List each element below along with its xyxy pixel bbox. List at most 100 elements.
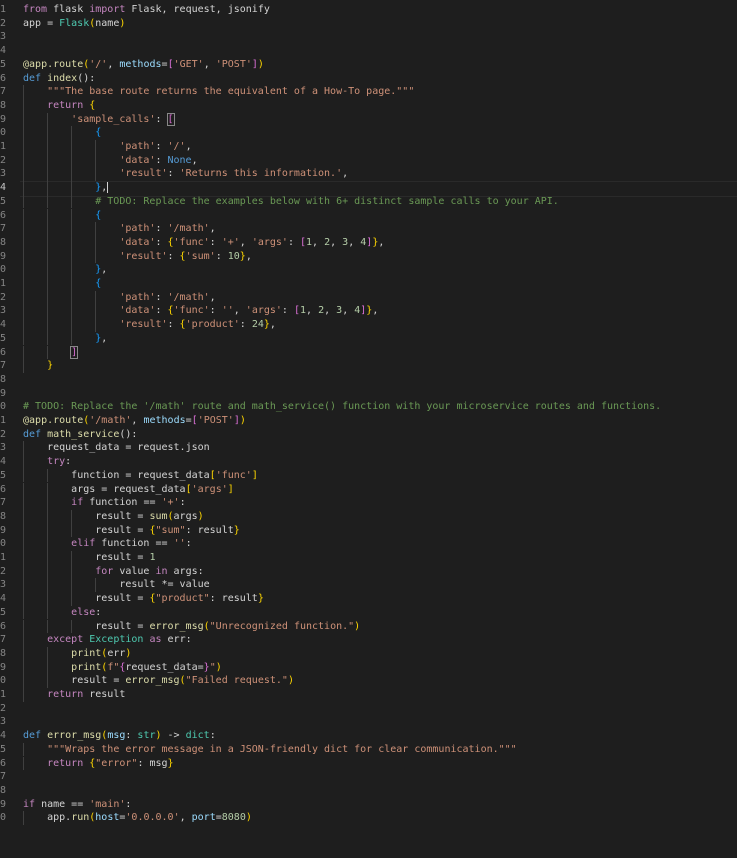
code-line[interactable]: 8: [0, 373, 737, 387]
code-line[interactable]: 3: [0, 30, 737, 44]
code-token: from: [23, 4, 48, 15]
code-line[interactable]: 0 },: [0, 263, 737, 277]
code-line[interactable]: 7: [0, 770, 737, 784]
code-line[interactable]: 1 @app.route('/math', methods=['POST']): [0, 414, 737, 428]
code-line[interactable]: 4 def error_msg(msg: str) -> dict:: [0, 729, 737, 743]
code-text: result = error_msg("Unrecognized functio…: [23, 620, 360, 634]
code-line[interactable]: 6 def index():: [0, 72, 737, 86]
code-line[interactable]: 6 result = error_msg("Unrecognized funct…: [0, 619, 737, 634]
code-line[interactable]: 1 result = 1: [0, 551, 737, 565]
code-line[interactable]: 9 if name == 'main':: [0, 798, 737, 812]
line-number: 8: [0, 99, 6, 111]
code-line[interactable]: 0 {: [0, 126, 737, 140]
line-number: 6: [0, 757, 6, 769]
code-line[interactable]: 7 }: [0, 359, 737, 373]
code-token: ): [239, 415, 246, 426]
line-number: 5: [0, 332, 6, 344]
code-line[interactable]: 5 """Wraps the error message in a JSON-f…: [0, 742, 737, 757]
code-line[interactable]: 7 """The base route returns the equivale…: [0, 85, 737, 99]
code-text: @app.route('/math', methods=['POST']): [23, 414, 246, 428]
code-token: }: [167, 757, 174, 769]
line-number: 4: [0, 45, 6, 57]
code-line[interactable]: 0 # TODO: Replace the '/math' route and m…: [0, 400, 737, 414]
code-line[interactable]: 8: [0, 784, 737, 798]
code-token: =: [41, 17, 60, 29]
code-line[interactable]: 9 print(f"{request_data=}"): [0, 660, 737, 675]
code-line[interactable]: 8 return {: [0, 98, 737, 113]
code-line[interactable]: 0 elif function == '':: [0, 537, 737, 551]
code-line[interactable]: 6 return {"error": msg}: [0, 756, 737, 771]
code-line[interactable]: 4 'result': {'product': 24},: [0, 318, 737, 332]
code-line[interactable]: 4: [0, 44, 737, 58]
code-line[interactable]: 3 'result': 'Returns this information.',: [0, 167, 737, 182]
code-line[interactable]: 0 app.run(host='0.0.0.0', port=8080): [0, 811, 737, 825]
code-line[interactable]: 7 except Exception as err:: [0, 633, 737, 647]
code-line[interactable]: 4 },: [0, 181, 737, 197]
code-token: msg: [107, 730, 126, 742]
code-token: try: [47, 456, 66, 468]
code-token: ,: [233, 305, 246, 317]
code-line[interactable]: 9 'sample_calls': [: [0, 112, 737, 127]
code-token: route: [53, 415, 84, 426]
code-token: 'data': [119, 305, 156, 317]
code-line[interactable]: 4 result = {"product": result}: [0, 592, 737, 606]
code-line[interactable]: 5 else:: [0, 605, 737, 620]
code-line[interactable]: 3 result *= value: [0, 578, 737, 593]
line-number: 1: [0, 278, 6, 289]
code-line[interactable]: 9 'result': {'sum': 10},: [0, 249, 737, 264]
code-token: return: [47, 757, 84, 769]
code-line[interactable]: 6 ]: [0, 345, 737, 360]
code-line[interactable]: 1 'path': '/',: [0, 140, 737, 154]
code-line[interactable]: 5 function = request_data['func']: [0, 468, 737, 483]
code-text: app.run(host='0.0.0.0', port=8080): [23, 811, 252, 825]
code-text: 'path': '/',: [23, 140, 191, 154]
code-line[interactable]: 2 app = Flask(name): [0, 17, 737, 31]
code-text: ]: [23, 345, 79, 360]
code-line[interactable]: 9: [0, 387, 737, 401]
code-line[interactable]: 0 result = error_msg("Failed request."): [0, 674, 737, 688]
code-line[interactable]: 3 'data': {'func': '', 'args': [1, 2, 3,…: [0, 304, 737, 319]
code-line[interactable]: 5 @app.route('/', methods=['GET', 'POST']…: [0, 58, 737, 72]
code-line[interactable]: 3 request_data = request.json: [0, 441, 737, 456]
code-line[interactable]: 4 try:: [0, 455, 737, 469]
code-token: port: [191, 812, 216, 824]
code-token: :: [155, 141, 168, 152]
code-line[interactable]: 7 if function == '+':: [0, 496, 737, 510]
code-token: 'args': [245, 305, 282, 317]
code-token: ,: [342, 168, 349, 180]
code-token: ): [125, 647, 132, 659]
code-editor[interactable]: 1 from flask import Flask, request, jsoni…: [0, 0, 737, 858]
code-line[interactable]: 2 def math_service():: [0, 428, 737, 442]
code-line[interactable]: 7 'path': '/math',: [0, 222, 737, 236]
code-line[interactable]: 2 'data': None,: [0, 153, 737, 168]
line-number: 3: [0, 442, 6, 454]
code-line[interactable]: 2: [0, 702, 737, 716]
line-number: 5: [0, 58, 6, 70]
code-token: "Failed request.": [185, 675, 288, 687]
code-line[interactable]: 5 },: [0, 331, 737, 346]
code-line[interactable]: 6 {: [0, 208, 737, 223]
code-line[interactable]: 5 # TODO: Replace the examples below wit…: [0, 194, 737, 209]
code-token: :: [167, 319, 180, 331]
code-token: app: [29, 415, 48, 426]
code-line[interactable]: 2 for value in args:: [0, 564, 737, 579]
code-line[interactable]: 8 'data': {'func': '+', 'args': [1, 2, 3…: [0, 235, 737, 250]
code-line[interactable]: 8 print(err): [0, 646, 737, 661]
code-line[interactable]: 1 from flask import Flask, request, jsoni…: [0, 3, 737, 17]
code-token: dict: [185, 730, 210, 742]
code-token: =: [131, 510, 150, 522]
code-line[interactable]: 9 result = {"sum": result}: [0, 523, 737, 538]
code-line[interactable]: 6 args = request_data['args']: [0, 482, 737, 497]
code-line[interactable]: 1 {: [0, 277, 737, 291]
code-line[interactable]: 8 result = sum(args): [0, 509, 737, 524]
code-line[interactable]: 2 'path': '/math',: [0, 290, 737, 305]
code-token: ,: [324, 305, 337, 317]
code-token: ,: [131, 415, 144, 426]
code-line[interactable]: 3: [0, 715, 737, 729]
code-line[interactable]: 1 return result: [0, 688, 737, 702]
line-number: 8: [0, 373, 6, 385]
